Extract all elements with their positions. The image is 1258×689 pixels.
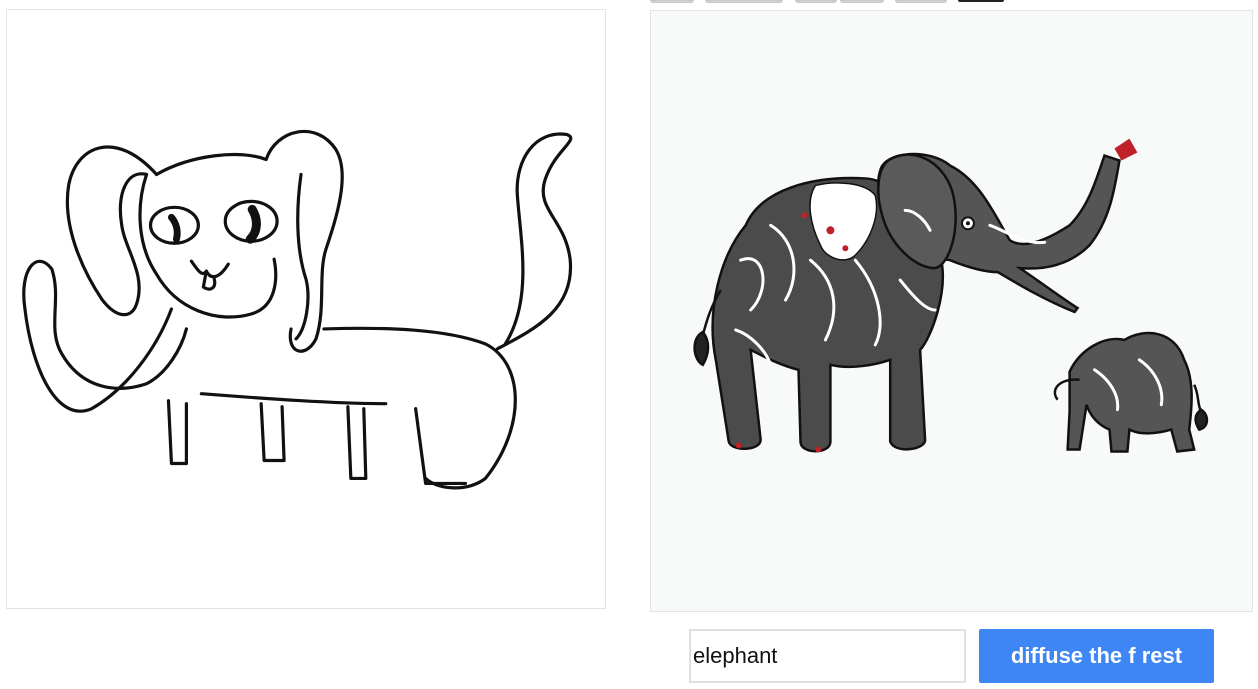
diffuse-button[interactable]: diffuse the f rest bbox=[979, 629, 1214, 683]
toolbar-tool-1[interactable] bbox=[650, 0, 694, 3]
generated-image-panel bbox=[650, 10, 1253, 612]
generated-elephant-image bbox=[693, 138, 1209, 453]
prompt-input[interactable] bbox=[689, 629, 966, 683]
sketch-canvas[interactable] bbox=[6, 9, 606, 609]
toolbar-tool-2[interactable] bbox=[705, 0, 783, 3]
toolbar-tool-5[interactable] bbox=[895, 0, 947, 3]
sketch-doodle-image bbox=[22, 130, 573, 490]
toolbar-color-swatch[interactable] bbox=[958, 0, 1004, 2]
toolbar-tool-3[interactable] bbox=[795, 0, 837, 3]
toolbar-tool-4[interactable] bbox=[840, 0, 884, 3]
